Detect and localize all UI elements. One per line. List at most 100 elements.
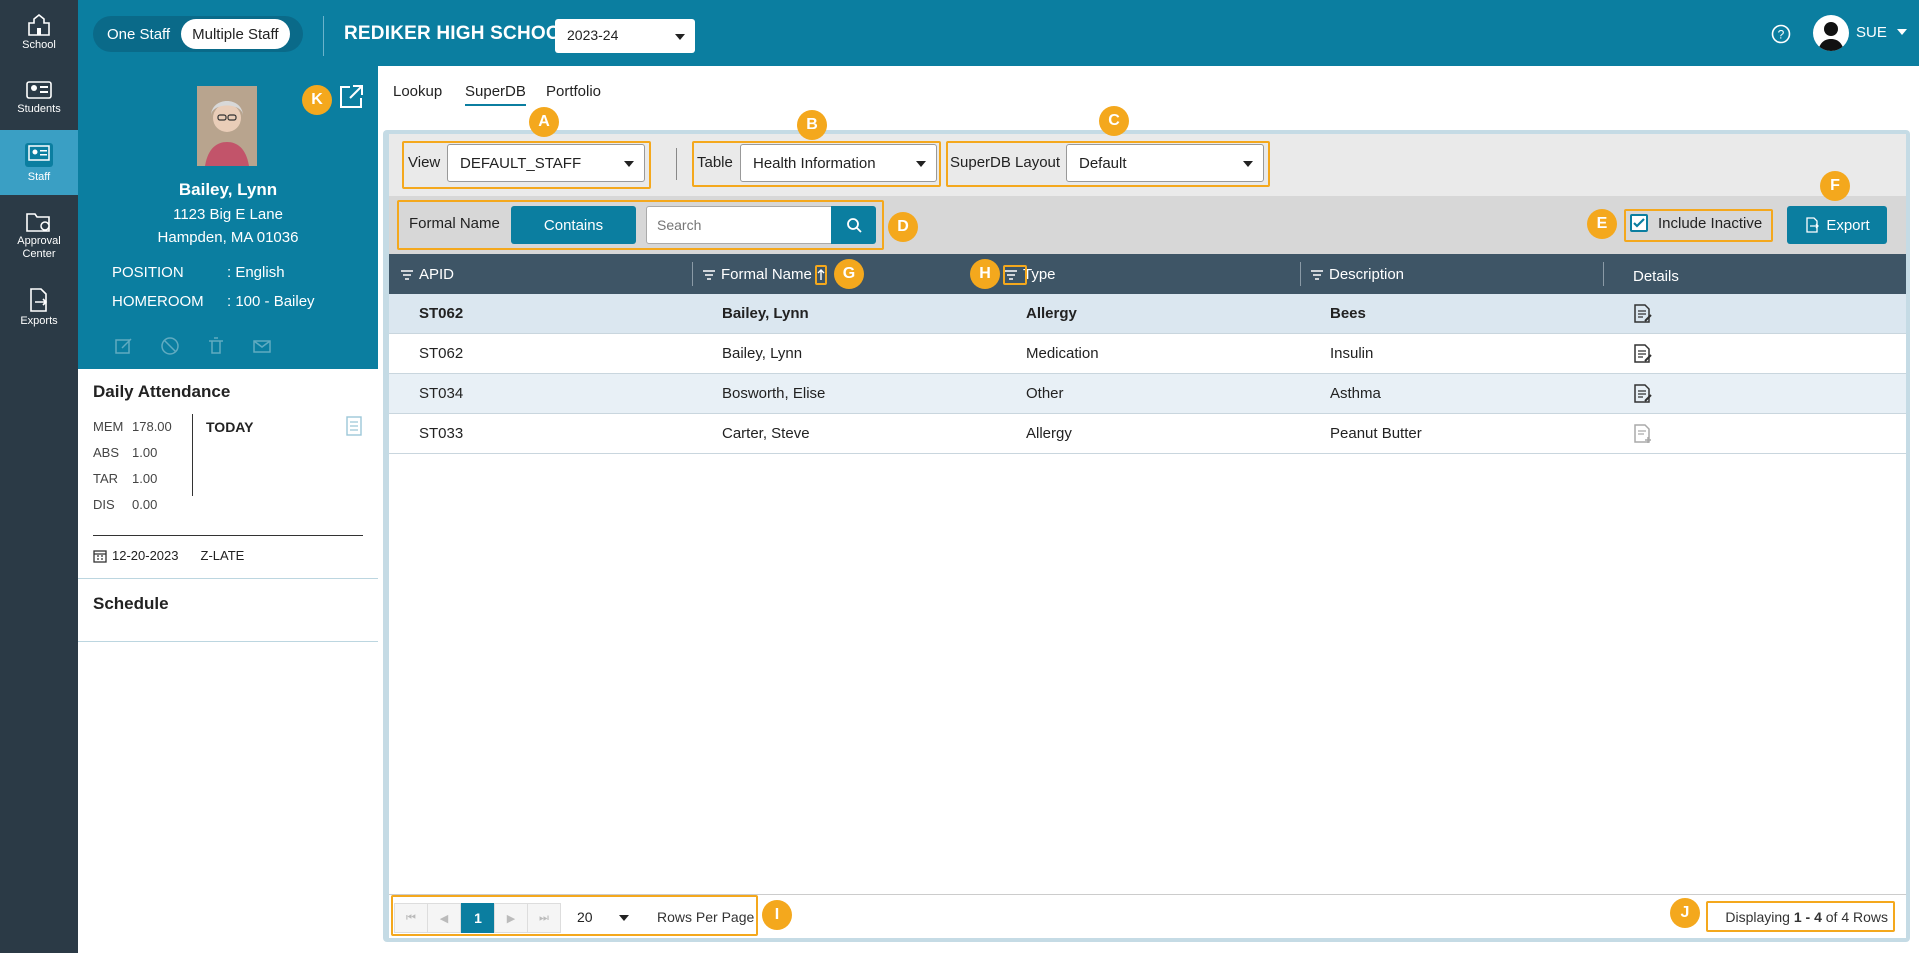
checkbox[interactable] xyxy=(1630,214,1648,232)
document-icon[interactable] xyxy=(346,416,362,436)
display-range: 1 - 4 xyxy=(1793,909,1822,925)
first-page-button[interactable]: ⏮ xyxy=(394,903,428,933)
attendance-today: TODAY xyxy=(206,419,254,435)
user-avatar[interactable] xyxy=(1813,15,1849,51)
stat-label: MEM xyxy=(93,419,124,434)
tab-superdb[interactable]: SuperDB xyxy=(465,83,526,106)
table-row[interactable]: ST062 Bailey, Lynn Allergy Bees xyxy=(389,294,1906,334)
callout-b: B xyxy=(797,110,827,140)
attendance-title: Daily Attendance xyxy=(93,382,231,401)
tab-portfolio[interactable]: Portfolio xyxy=(546,83,601,100)
position-value: : English xyxy=(227,264,285,281)
cell-description: Insulin xyxy=(1330,345,1374,362)
search-button[interactable] xyxy=(831,206,876,244)
approval-center-icon xyxy=(26,212,50,232)
stat-dis: DIS 0.00 xyxy=(93,497,172,523)
callout-e: E xyxy=(1587,209,1617,239)
nav-staff-label: Staff xyxy=(27,170,51,183)
details-icon[interactable] xyxy=(1633,304,1653,324)
operator-button[interactable]: Contains xyxy=(511,206,636,244)
left-navigation: School Students Staff Approval Center Ex… xyxy=(0,0,78,953)
calendar-icon xyxy=(93,549,107,563)
mail-icon xyxy=(253,340,271,353)
attendance-divider xyxy=(192,414,193,496)
table-row[interactable]: ST062 Bailey, Lynn Medication Insulin xyxy=(389,334,1906,374)
cell-apid: ST062 xyxy=(419,305,464,322)
nav-exports[interactable]: Exports xyxy=(0,275,78,340)
help-icon[interactable]: ? xyxy=(1771,24,1791,44)
last-page-button[interactable]: ⏭ xyxy=(527,903,561,933)
column-label: Type xyxy=(1023,266,1056,283)
schedule-panel[interactable]: Schedule xyxy=(78,580,378,642)
cell-apid: ST034 xyxy=(419,385,464,402)
callout-g: G xyxy=(834,259,864,289)
rows-per-page-label: Rows Per Page xyxy=(657,909,755,925)
svg-text:?: ? xyxy=(1778,28,1785,42)
callout-h: H xyxy=(970,259,1000,289)
nav-approval-center[interactable]: Approval Center xyxy=(0,195,78,275)
filter-icon[interactable] xyxy=(1311,269,1323,280)
next-page-button[interactable]: ▶ xyxy=(494,903,528,933)
details-icon[interactable] xyxy=(1633,344,1653,364)
daily-attendance-panel: Daily Attendance MEM 178.00 ABS 1.00 TAR 1.… xyxy=(78,369,378,579)
view-value: DEFAULT_STAFF xyxy=(460,155,582,172)
prev-page-button[interactable]: ◀ xyxy=(427,903,461,933)
one-staff-option[interactable]: One Staff xyxy=(96,19,181,49)
filter-icon[interactable] xyxy=(401,269,413,280)
stat-value: 0.00 xyxy=(132,497,158,512)
block-icon xyxy=(161,337,179,355)
column-separator[interactable] xyxy=(1603,262,1604,286)
column-label: APID xyxy=(419,266,455,283)
search-input[interactable] xyxy=(646,206,832,244)
nav-school[interactable]: School xyxy=(0,0,78,65)
filter-icon[interactable] xyxy=(703,269,715,280)
rows-per-page-select[interactable]: 20 xyxy=(567,903,637,933)
export-label: Export xyxy=(1826,216,1870,234)
user-menu[interactable]: SUE xyxy=(1856,24,1908,41)
attendance-separator xyxy=(93,535,363,536)
nav-students[interactable]: Students xyxy=(0,65,78,130)
tab-lookup[interactable]: Lookup xyxy=(393,83,442,100)
column-apid[interactable]: APID xyxy=(401,266,454,283)
layout-select[interactable]: Default xyxy=(1066,144,1264,182)
cell-type: Allergy xyxy=(1026,425,1072,442)
view-select[interactable]: DEFAULT_STAFF xyxy=(447,144,645,182)
cell-name: Bailey, Lynn xyxy=(722,305,809,322)
column-separator[interactable] xyxy=(1300,262,1301,286)
filter-icon[interactable] xyxy=(1005,269,1017,280)
details-add-icon[interactable] xyxy=(1633,424,1653,444)
table-header: APID Formal Name Type Description Detail… xyxy=(389,254,1906,294)
position-row: POSITION: English xyxy=(112,264,285,281)
topbar-divider xyxy=(323,16,324,56)
stat-value: 178.00 xyxy=(132,419,172,434)
nav-exports-label: Exports xyxy=(20,314,58,327)
school-year-select[interactable]: 2023-24 xyxy=(555,19,695,53)
cell-name: Bosworth, Elise xyxy=(722,385,826,402)
top-bar: One Staff Multiple Staff REDIKER HIGH SC… xyxy=(78,0,1919,66)
table-select[interactable]: Health Information xyxy=(740,144,937,182)
filter-divider xyxy=(676,148,677,180)
column-label: Details xyxy=(1633,268,1679,285)
nav-staff[interactable]: Staff xyxy=(0,130,78,195)
column-description[interactable]: Description xyxy=(1311,266,1404,283)
column-type[interactable]: Type xyxy=(1005,266,1056,283)
column-separator[interactable] xyxy=(692,262,693,286)
layout-label: SuperDB Layout xyxy=(950,154,1061,171)
page-number-button[interactable]: 1 xyxy=(461,903,495,933)
multiple-staff-option[interactable]: Multiple Staff xyxy=(181,19,290,49)
checkmark-icon xyxy=(1633,218,1645,228)
export-button[interactable]: Export xyxy=(1787,206,1887,244)
table-row[interactable]: ST034 Bosworth, Elise Other Asthma xyxy=(389,374,1906,414)
table-row[interactable]: ST033 Carter, Steve Allergy Peanut Butte… xyxy=(389,414,1906,454)
homeroom-row: HOMEROOM: 100 - Bailey xyxy=(112,293,315,310)
sort-ascending-icon[interactable] xyxy=(816,268,826,281)
cell-description: Peanut Butter xyxy=(1330,425,1422,442)
details-icon[interactable] xyxy=(1633,384,1653,404)
popout-icon[interactable] xyxy=(338,84,364,110)
include-inactive-checkbox[interactable]: Include Inactive xyxy=(1630,214,1762,232)
chevron-down-icon xyxy=(675,34,685,40)
column-formal-name[interactable]: Formal Name xyxy=(703,266,826,283)
staff-mode-toggle[interactable]: One Staff Multiple Staff xyxy=(93,16,303,52)
column-label: Formal Name xyxy=(721,266,812,283)
view-label: View xyxy=(408,154,441,171)
